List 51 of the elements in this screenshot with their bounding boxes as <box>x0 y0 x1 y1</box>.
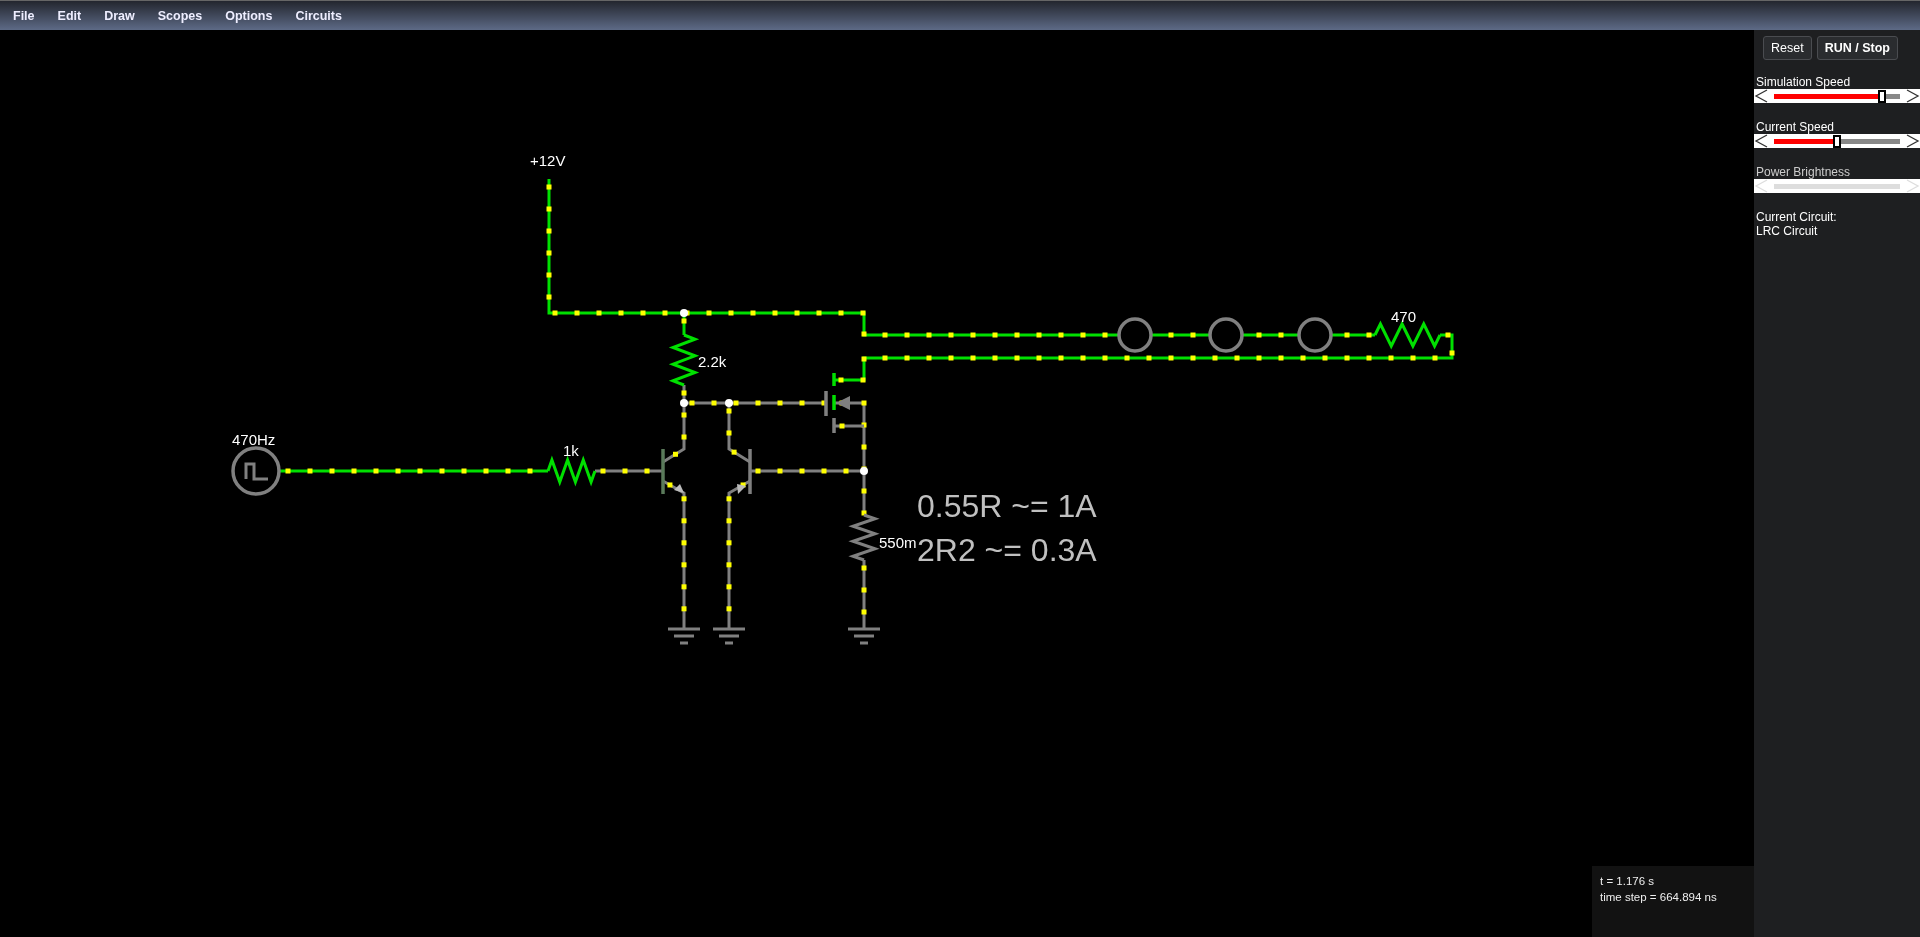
component-label: 470 <box>1391 308 1417 325</box>
slider-label: Power Brightness <box>1755 165 1852 179</box>
junction-dot <box>680 399 688 407</box>
component-label: +12V <box>530 152 566 169</box>
junction-dot <box>680 309 688 317</box>
ground-symbol <box>668 620 700 645</box>
right-chevron-icon[interactable] <box>1906 134 1920 148</box>
circuit-name: LRC Circuit <box>1755 224 1819 238</box>
resistor <box>1373 320 1442 350</box>
component-label: 550m <box>879 534 917 551</box>
status-text: time step = 664.894 ns <box>1600 890 1718 905</box>
note-text: 0.55R ~= 1A <box>917 488 1097 524</box>
slider-thumb[interactable] <box>1833 134 1841 148</box>
transistor <box>737 449 752 494</box>
square-wave-source <box>231 446 281 496</box>
slider[interactable] <box>1754 134 1920 148</box>
slider-label: Simulation Speed <box>1755 75 1852 89</box>
resistor <box>668 333 700 387</box>
status-text: t = 1.176 s <box>1600 874 1656 889</box>
component-label: 470Hz <box>232 431 276 448</box>
circuit-label: Current Circuit: <box>1755 210 1838 224</box>
note-text: 2R2 ~= 0.3A <box>917 532 1097 568</box>
wire <box>861 560 867 620</box>
lamp <box>1117 317 1153 353</box>
resistor <box>848 513 880 562</box>
ground-symbol <box>713 620 745 645</box>
right-chevron-icon[interactable] <box>1906 89 1920 103</box>
transistor <box>661 449 684 494</box>
mosfet <box>824 373 850 433</box>
slider[interactable] <box>1754 89 1920 103</box>
component-label: 1k <box>563 442 579 459</box>
lamp <box>1208 317 1244 353</box>
left-chevron-icon[interactable] <box>1754 89 1768 103</box>
ground-symbol <box>848 620 880 645</box>
menu-item[interactable]: File <box>13 8 35 23</box>
menu-item[interactable]: Edit <box>57 8 82 23</box>
wire <box>595 468 663 474</box>
slider-thumb[interactable] <box>1878 89 1887 103</box>
control-button[interactable]: Reset <box>1763 36 1812 60</box>
resistor <box>546 455 597 487</box>
component-label: 2.2k <box>698 353 727 370</box>
left-chevron-icon[interactable] <box>1754 134 1768 148</box>
slider-label: Current Speed <box>1755 120 1836 134</box>
lamp <box>1297 317 1333 353</box>
menu-item[interactable]: Draw <box>104 8 135 23</box>
junction-dot <box>725 399 733 407</box>
control-button[interactable]: RUN / Stop <box>1816 36 1898 60</box>
menu-item[interactable]: Scopes <box>157 8 203 23</box>
junction-dot <box>860 467 868 475</box>
menu-item[interactable]: Circuits <box>295 8 342 23</box>
menu-item[interactable]: Options <box>225 8 273 23</box>
